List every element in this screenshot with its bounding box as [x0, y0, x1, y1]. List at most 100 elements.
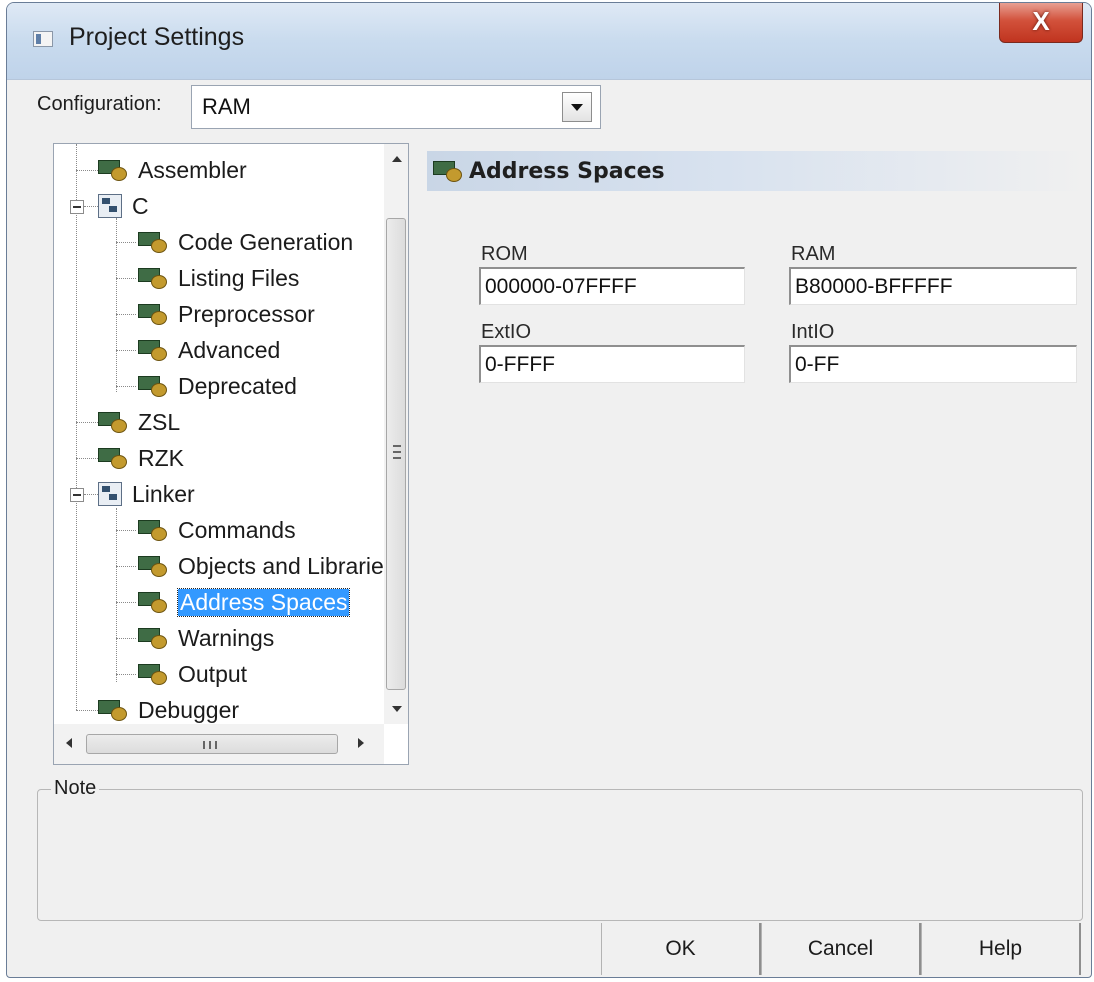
tree-item-label: Linker [132, 480, 195, 507]
collapse-c-toggle[interactable] [70, 200, 84, 214]
gears-icon [138, 518, 170, 542]
tree-item-label: Code Generation [178, 228, 354, 255]
gears-icon [98, 410, 130, 434]
scroll-left-arrow-icon[interactable] [66, 738, 72, 748]
grip-line [393, 457, 401, 459]
tree-vertical-scrollbar[interactable] [384, 144, 408, 724]
tree-line [116, 314, 136, 315]
title-bar[interactable]: Project Settings X [7, 3, 1091, 80]
settings-tree[interactable]: Assembler C Code Generation Listing File… [53, 143, 409, 765]
tree-item-output[interactable]: Output [138, 658, 247, 690]
tree-item-deprecated[interactable]: Deprecated [138, 370, 297, 402]
tree-line [116, 674, 136, 675]
page-title: Address Spaces [469, 158, 665, 184]
tree-item-preprocessor[interactable]: Preprocessor [138, 298, 315, 330]
note-label: Note [51, 777, 100, 800]
tree-item-advanced[interactable]: Advanced [138, 334, 280, 366]
tree-item-label: RZK [138, 444, 184, 471]
tree-line [116, 602, 136, 603]
section-header: Address Spaces [427, 151, 1087, 191]
tree-line [116, 242, 136, 243]
grip-line [393, 451, 401, 453]
tree-item-debugger[interactable]: Debugger [98, 694, 239, 726]
scroll-down-arrow-icon[interactable] [392, 706, 402, 712]
tree-line [76, 144, 77, 710]
tree-line [116, 530, 136, 531]
folder-icon [98, 482, 122, 506]
tree-line [116, 218, 117, 392]
project-settings-dialog: Project Settings X Configuration: RAM As… [6, 2, 1092, 978]
tree-horizontal-scrollbar[interactable] [54, 724, 384, 764]
gears-icon [138, 374, 170, 398]
ram-field[interactable]: B80000-BFFFFF [789, 267, 1077, 305]
tree-item-zsl[interactable]: ZSL [98, 406, 180, 438]
tree-item-label: C [132, 192, 149, 219]
tree-item-code-generation[interactable]: Code Generation [138, 226, 353, 258]
horizontal-scroll-thumb[interactable] [86, 734, 338, 754]
tree-line [84, 206, 98, 207]
tree-item-label: Assembler [138, 156, 247, 183]
grip-line [203, 741, 205, 749]
tree-line [76, 422, 98, 423]
tree-item-label: Debugger [138, 696, 240, 723]
tree-item-commands[interactable]: Commands [138, 514, 296, 546]
grip-line [209, 741, 211, 749]
intio-label: IntIO [791, 321, 835, 343]
tree-item-label: Output [178, 660, 248, 687]
configuration-select[interactable]: RAM [191, 85, 601, 129]
gears-icon [138, 302, 170, 326]
extio-label: ExtIO [481, 321, 532, 343]
scroll-right-arrow-icon[interactable] [358, 738, 364, 748]
gears-icon [138, 266, 170, 290]
configuration-label: Configuration: [37, 93, 162, 115]
gears-icon [138, 230, 170, 254]
vertical-scroll-thumb[interactable] [386, 218, 406, 690]
grip-line [393, 445, 401, 447]
tree-item-label: Preprocessor [178, 300, 315, 327]
tree-item-label: Listing Files [178, 264, 300, 291]
collapse-linker-toggle[interactable] [70, 488, 84, 502]
tree-item-warnings[interactable]: Warnings [138, 622, 274, 654]
rom-field[interactable]: 000000-07FFFF [479, 267, 745, 305]
window-icon [33, 31, 53, 47]
help-button[interactable]: Help [921, 923, 1081, 975]
gears-icon [138, 626, 170, 650]
tree-item-objects-and-libraries[interactable]: Objects and Librarie [138, 550, 384, 582]
extio-field[interactable]: 0-FFFF [479, 345, 745, 383]
gears-icon [98, 698, 130, 722]
tree-item-label: Advanced [178, 336, 281, 363]
tree-line [76, 458, 98, 459]
intio-field[interactable]: 0-FF [789, 345, 1077, 383]
configuration-value: RAM [202, 94, 251, 119]
tree-item-label: Warnings [178, 624, 275, 651]
tree-line [116, 350, 136, 351]
gears-icon [138, 338, 170, 362]
note-groupbox [37, 789, 1083, 921]
tree-line [116, 566, 136, 567]
tree-item-c[interactable]: C [98, 190, 149, 222]
gears-icon [138, 554, 170, 578]
gears-icon [98, 158, 130, 182]
ram-label: RAM [791, 243, 836, 265]
ok-button[interactable]: OK [601, 923, 761, 975]
tree-item-linker[interactable]: Linker [98, 478, 195, 510]
gears-icon [98, 446, 130, 470]
tree-line [116, 508, 117, 682]
tree-item-label: Objects and Librarie [178, 552, 384, 579]
tree-line [76, 710, 98, 711]
tree-item-label: Deprecated [178, 372, 297, 399]
tree-item-assembler[interactable]: Assembler [98, 154, 247, 186]
gears-icon [433, 159, 465, 183]
close-button[interactable]: X [999, 3, 1083, 43]
tree-item-listing-files[interactable]: Listing Files [138, 262, 299, 294]
tree-item-rzk[interactable]: RZK [98, 442, 184, 474]
tree-line [116, 386, 136, 387]
tree-item-label-selected: Address Spaces [176, 587, 351, 617]
scroll-up-arrow-icon[interactable] [392, 156, 402, 162]
tree-item-address-spaces[interactable]: Address Spaces [138, 586, 351, 618]
cancel-button[interactable]: Cancel [761, 923, 921, 975]
tree-item-label: Commands [178, 516, 296, 543]
close-icon: X [1032, 6, 1050, 36]
chevron-down-icon[interactable] [562, 92, 592, 122]
tree-item-label: ZSL [138, 408, 181, 435]
